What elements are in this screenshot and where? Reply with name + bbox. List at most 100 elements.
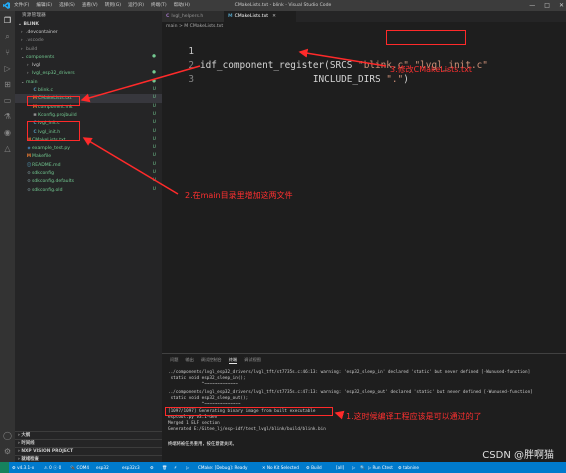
- maximize-button[interactable]: □: [544, 0, 550, 11]
- minimize-button[interactable]: —: [529, 0, 535, 11]
- source-control-icon[interactable]: ⑂: [3, 48, 12, 57]
- tree-item-label: blink.c: [38, 88, 54, 94]
- outline-section[interactable]: › 大纲: [15, 431, 162, 439]
- annotation-step1: 1.这时候编译工程应该是可以通过的了: [346, 412, 482, 421]
- activity-bar: ❐ ⌕ ⑂ ▷ ⊞ ▭ ⚗ ◉ △ ◯ ⚙: [0, 11, 15, 462]
- remote-explorer-icon[interactable]: ▭: [3, 96, 12, 105]
- git-status-badge: U: [152, 103, 156, 109]
- menu-item-6[interactable]: 终端(T): [151, 0, 167, 11]
- tree-item-label: .vscode: [26, 38, 44, 44]
- terminal-line: Generated E:/Gitee_lj/esp-idf/test_lvgl/…: [168, 427, 326, 432]
- status-item[interactable]: CMake: [Debug]: Ready: [198, 462, 247, 473]
- run-debug-icon[interactable]: ▷: [3, 64, 12, 73]
- tree-item-label: main: [26, 79, 38, 85]
- tree-item[interactable]: ⌄ components ●: [15, 53, 162, 61]
- nxp-vision-section[interactable]: › NXP VISION PROJECT: [15, 447, 162, 455]
- explorer-sidebar: 资源管理器 ⌄ BLINK › .devcontainer › .vscode › bui…: [15, 11, 162, 462]
- status-item[interactable]: 🔍: [360, 462, 365, 473]
- status-item[interactable]: ⚙: [150, 462, 154, 473]
- tree-item[interactable]: › lvgl: [15, 61, 162, 69]
- tab-output[interactable]: 输出: [185, 356, 193, 364]
- search-icon[interactable]: ⌕: [3, 32, 12, 41]
- git-status-badge: U: [152, 87, 156, 93]
- status-item[interactable]: ⚠ 0 ⓧ 0: [44, 462, 61, 473]
- menu-item-3[interactable]: 查看(V): [82, 0, 98, 11]
- status-item[interactable]: ▷: [186, 462, 189, 473]
- tree-item[interactable]: › .devcontainer: [15, 28, 162, 36]
- settings-gear-icon[interactable]: ⚙: [3, 447, 12, 456]
- status-item[interactable]: ⚙ tabnine: [398, 462, 419, 473]
- tab-debug-console[interactable]: 调试控制台: [201, 356, 222, 364]
- git-status-badge: U: [152, 95, 156, 101]
- git-status-badge: U: [152, 128, 156, 134]
- status-item[interactable]: 🗑: [162, 462, 167, 473]
- annotation-box-build-result: [165, 407, 333, 416]
- status-item[interactable]: ✕ No Kit Selected: [262, 462, 299, 473]
- timeline-section[interactable]: › 时间线: [15, 439, 162, 447]
- tab-lvgl-helpers[interactable]: Clvgl_helpers.h: [162, 11, 224, 22]
- tree-item-label: lvgl_esp32_drivers: [32, 71, 75, 77]
- status-item[interactable]: esp32: [96, 462, 109, 473]
- close-tab-icon[interactable]: ✕: [272, 14, 276, 19]
- git-status-badge: ●: [152, 70, 156, 76]
- git-status-badge: U: [152, 153, 156, 159]
- code-line-2: 2 INCLUDE_DIRS "."): [188, 60, 409, 85]
- close-button[interactable]: ✕: [559, 0, 564, 11]
- tree-item-label: sdkconfig.old: [32, 187, 63, 193]
- status-item[interactable]: ⚙ Build: [306, 462, 322, 473]
- menu-item-7[interactable]: 帮助(H): [174, 0, 190, 11]
- tab-cmakelists[interactable]: M CMakeLists.txt ✕: [224, 11, 296, 22]
- tree-item-label: lvgl: [32, 63, 41, 69]
- annotation-box-cmakelists: [27, 96, 80, 106]
- tree-item[interactable]: › .vscode: [15, 36, 162, 44]
- tree-item[interactable]: ⚙sdkconfig U: [15, 169, 162, 177]
- workspace-section[interactable]: ⌄ BLINK: [15, 21, 162, 28]
- menu-item-2[interactable]: 选择(S): [59, 0, 75, 11]
- tab-problems[interactable]: 问题: [170, 356, 178, 364]
- annotation-box-new-files: [27, 121, 80, 141]
- remote-indicator[interactable]: [0, 462, 9, 473]
- cmake-icon[interactable]: △: [3, 144, 12, 153]
- tree-item[interactable]: Cblink.c U: [15, 86, 162, 94]
- tab-debug-view[interactable]: 调试视图: [244, 356, 261, 364]
- status-item[interactable]: ▷ Run Ctest: [368, 462, 393, 473]
- tree-item[interactable]: ⚙sdkconfig.old U: [15, 186, 162, 194]
- tree-item-label: .devcontainer: [26, 30, 58, 35]
- espressif-icon[interactable]: ◉: [3, 128, 12, 137]
- tree-item-label: components: [26, 54, 55, 60]
- status-item[interactable]: ⚡: [174, 462, 177, 473]
- menu-item-0[interactable]: 文件(F): [14, 0, 29, 11]
- git-status-badge: ●: [152, 78, 156, 84]
- breadcrumb[interactable]: main > M CMakeLists.txt: [162, 22, 566, 31]
- status-item[interactable]: 🔌 COM4: [70, 462, 89, 473]
- tree-item[interactable]: ⚙sdkconfig.defaults U: [15, 177, 162, 185]
- status-item[interactable]: ▷: [352, 462, 355, 473]
- menu-item-4[interactable]: 转到(G): [105, 0, 121, 11]
- annotation-step2: 2.在main目录里增加这两文件: [185, 191, 293, 200]
- git-status-badge: U: [152, 186, 156, 192]
- explorer-icon[interactable]: ❐: [3, 16, 12, 25]
- testing-icon[interactable]: ⚗: [3, 112, 12, 121]
- tree-item[interactable]: ≡Kconfig.projbuild U: [15, 111, 162, 119]
- git-status-badge: U: [152, 120, 156, 126]
- status-item[interactable]: ⚙ v4.3.1-x: [12, 462, 34, 473]
- tree-item[interactable]: MMakefile U: [15, 152, 162, 160]
- tree-item[interactable]: ⓘREADME.md U: [15, 161, 162, 169]
- tree-item-label: Makefile: [32, 154, 52, 160]
- tree-item[interactable]: ◆example_test.py U: [15, 144, 162, 152]
- status-item[interactable]: esp32c3: [122, 462, 140, 473]
- tree-item[interactable]: › lvgl_esp32_drivers ●: [15, 69, 162, 77]
- terminal-line: 终端将被任务重用，按任意键关闭。: [168, 442, 237, 447]
- terminal-line: ^~~~~~~~~~~~~~: [168, 382, 238, 387]
- tree-item-label: sdkconfig.defaults: [32, 179, 75, 185]
- extensions-icon[interactable]: ⊞: [3, 80, 12, 89]
- menu-item-1[interactable]: 编辑(E): [36, 0, 52, 11]
- tree-item[interactable]: ⌄ main ●: [15, 78, 162, 86]
- git-status-badge: U: [152, 178, 156, 184]
- tree-item[interactable]: › build: [15, 45, 162, 53]
- menu-item-5[interactable]: 运行(R): [128, 0, 144, 11]
- git-status-badge: U: [152, 136, 156, 142]
- account-icon[interactable]: ◯: [3, 431, 12, 440]
- tab-terminal[interactable]: 终端: [228, 356, 238, 364]
- status-item[interactable]: [all]: [336, 462, 344, 473]
